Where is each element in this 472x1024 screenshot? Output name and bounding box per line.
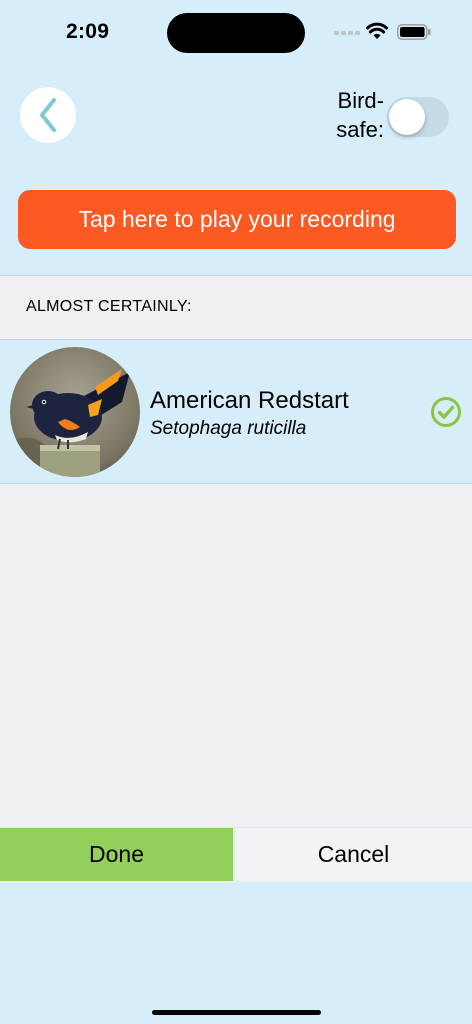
common-name: American Redstart [150, 387, 349, 414]
divider [0, 881, 472, 883]
status-time: 2:09 [66, 20, 110, 43]
bird-safe-toggle[interactable] [387, 97, 449, 137]
chevron-left-icon [40, 98, 56, 132]
result-row[interactable]: American Redstart Setophaga ruticilla [0, 339, 472, 484]
dynamic-island [167, 13, 305, 53]
scientific-name: Setophaga ruticilla [150, 418, 307, 439]
results-list-empty-area [0, 484, 472, 827]
play-recording-button[interactable]: Tap here to play your recording [18, 190, 456, 249]
bird-photo [10, 347, 140, 477]
status-bar: 2:09 [0, 0, 472, 60]
done-button[interactable]: Done [0, 828, 233, 881]
bird-safe-label: Bird-safe: [336, 88, 384, 142]
section-header: ALMOST CERTAINLY: [0, 276, 472, 339]
cellular-signal-icon [334, 31, 360, 35]
battery-icon [397, 24, 431, 40]
toggle-knob [389, 99, 425, 135]
check-circle-icon [431, 397, 461, 427]
home-indicator[interactable] [152, 1010, 321, 1015]
cancel-button[interactable]: Cancel [235, 828, 472, 881]
section-title: ALMOST CERTAINLY: [26, 298, 192, 315]
back-button[interactable] [20, 87, 76, 143]
wifi-icon [366, 22, 388, 39]
